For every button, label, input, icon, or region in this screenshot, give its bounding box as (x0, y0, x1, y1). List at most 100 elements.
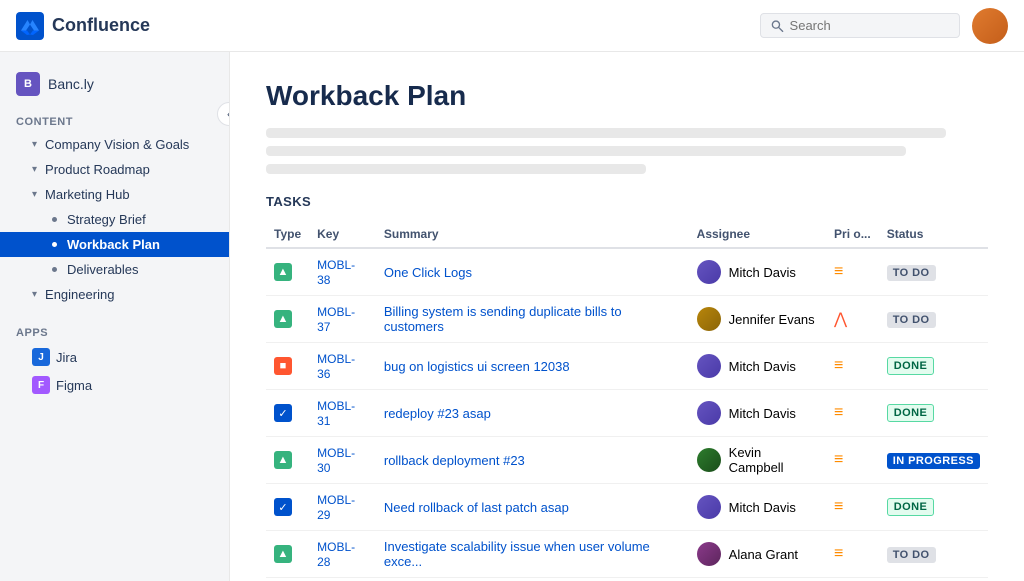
skeleton-line-3 (266, 164, 646, 174)
table-header: Type Key Summary Assignee Pri o... Statu… (266, 221, 988, 248)
search-bar[interactable] (760, 13, 960, 38)
assignee-avatar (697, 495, 721, 519)
assignee-cell: Kevin Campbell (697, 445, 818, 475)
logo[interactable]: Confluence (16, 12, 150, 40)
priority-medium-icon: ≡ (834, 263, 843, 280)
sidebar-item-label: Workback Plan (67, 237, 213, 252)
table-row[interactable]: ▲ MOBL-37 Billing system is sending dupl… (266, 296, 988, 343)
table-row[interactable]: ✓ MOBL-29 Need rollback of last patch as… (266, 484, 988, 531)
task-summary-link[interactable]: One Click Logs (384, 265, 472, 280)
col-status: Status (879, 221, 988, 248)
topnav-right (760, 8, 1008, 44)
sidebar-item-engineering[interactable]: ▾ Engineering (0, 282, 229, 307)
table-row[interactable]: ■ MOBL-36 bug on logistics ui screen 120… (266, 343, 988, 390)
status-badge: DONE (887, 498, 935, 516)
task-summary-link[interactable]: redeploy #23 asap (384, 406, 491, 421)
tasks-table: Type Key Summary Assignee Pri o... Statu… (266, 221, 988, 578)
sidebar-item-label: Product Roadmap (45, 162, 213, 177)
assignee-cell: Jennifer Evans (697, 307, 818, 331)
status-badge: DONE (887, 357, 935, 375)
type-icon: ▲ (274, 451, 292, 469)
layout: ‹ B Banc.ly CONTENT ▾ Company Vision & G… (0, 52, 1024, 581)
content-section-label: CONTENT (0, 104, 229, 132)
figma-icon: F (32, 376, 50, 394)
tasks-section: TASKS Type Key Summary Assignee Pri o...… (266, 194, 988, 578)
task-summary-link[interactable]: rollback deployment #23 (384, 453, 525, 468)
bullet-icon (52, 242, 57, 247)
priority-high-icon: ⋀ (834, 311, 847, 328)
col-type: Type (266, 221, 309, 248)
chevron-icon: ▾ (32, 164, 37, 175)
task-key-link[interactable]: MOBL-29 (317, 493, 355, 522)
logo-text: Confluence (52, 15, 150, 36)
search-input[interactable] (790, 18, 949, 33)
assignee-name: Kevin Campbell (729, 445, 818, 475)
priority-medium-icon: ≡ (834, 498, 843, 515)
assignee-name: Mitch Davis (729, 500, 796, 515)
col-assignee: Assignee (689, 221, 826, 248)
assignee-avatar (697, 260, 721, 284)
priority-medium-icon: ≡ (834, 545, 843, 562)
assignee-cell: Mitch Davis (697, 401, 818, 425)
task-key-link[interactable]: MOBL-37 (317, 305, 355, 334)
bullet-icon (52, 267, 57, 272)
assignee-name: Jennifer Evans (729, 312, 815, 327)
priority-medium-icon: ≡ (834, 451, 843, 468)
task-summary-link[interactable]: Investigate scalability issue when user … (384, 539, 650, 569)
task-summary-link[interactable]: bug on logistics ui screen 12038 (384, 359, 570, 374)
sidebar-item-label: Company Vision & Goals (45, 137, 213, 152)
sidebar-item-figma[interactable]: F Figma (0, 371, 229, 399)
priority-medium-icon: ≡ (834, 404, 843, 421)
page-title: Workback Plan (266, 80, 988, 112)
status-badge: IN PROGRESS (887, 453, 980, 469)
sidebar-item-product-roadmap[interactable]: ▾ Product Roadmap (0, 157, 229, 182)
skeleton-content (266, 128, 988, 174)
status-badge: TO DO (887, 312, 936, 328)
type-icon: ▲ (274, 310, 292, 328)
sidebar-item-deliverables[interactable]: Deliverables (0, 257, 229, 282)
user-avatar[interactable] (972, 8, 1008, 44)
table-row[interactable]: ▲ MOBL-30 rollback deployment #23 Kevin … (266, 437, 988, 484)
task-key-link[interactable]: MOBL-30 (317, 446, 355, 475)
task-key-link[interactable]: MOBL-38 (317, 258, 355, 287)
sidebar-item-marketing-hub[interactable]: ▾ Marketing Hub (0, 182, 229, 207)
jira-icon: J (32, 348, 50, 366)
type-icon: ▲ (274, 263, 292, 281)
status-badge: TO DO (887, 265, 936, 281)
type-icon: ■ (274, 357, 292, 375)
confluence-logo-icon (16, 12, 44, 40)
table-body: ▲ MOBL-38 One Click Logs Mitch Davis ≡ T… (266, 248, 988, 578)
type-icon: ✓ (274, 404, 292, 422)
assignee-cell: Mitch Davis (697, 495, 818, 519)
task-summary-link[interactable]: Billing system is sending duplicate bill… (384, 304, 622, 334)
table-row[interactable]: ✓ MOBL-31 redeploy #23 asap Mitch Davis … (266, 390, 988, 437)
assignee-cell: Mitch Davis (697, 354, 818, 378)
task-key-link[interactable]: MOBL-31 (317, 399, 355, 428)
table-row[interactable]: ▲ MOBL-38 One Click Logs Mitch Davis ≡ T… (266, 248, 988, 296)
assignee-avatar (697, 354, 721, 378)
task-summary-link[interactable]: Need rollback of last patch asap (384, 500, 569, 515)
table-row[interactable]: ▲ MOBL-28 Investigate scalability issue … (266, 531, 988, 578)
sidebar-item-strategy-brief[interactable]: Strategy Brief (0, 207, 229, 232)
assignee-name: Mitch Davis (729, 265, 796, 280)
sidebar-item-label: Marketing Hub (45, 187, 213, 202)
sidebar-item-workback-plan[interactable]: Workback Plan (0, 232, 229, 257)
assignee-avatar (697, 448, 721, 472)
space-name: Banc.ly (48, 76, 94, 92)
assignee-avatar (697, 307, 721, 331)
task-key-link[interactable]: MOBL-36 (317, 352, 355, 381)
col-summary: Summary (376, 221, 689, 248)
priority-medium-icon: ≡ (834, 357, 843, 374)
chevron-icon: ▾ (32, 289, 37, 300)
sidebar-item-company-vision[interactable]: ▾ Company Vision & Goals (0, 132, 229, 157)
sidebar-item-label: Figma (56, 378, 213, 393)
space-header[interactable]: B Banc.ly (0, 64, 229, 104)
task-key-link[interactable]: MOBL-28 (317, 540, 355, 569)
col-priority: Pri o... (826, 221, 879, 248)
assignee-avatar (697, 542, 721, 566)
type-icon: ▲ (274, 545, 292, 563)
bullet-icon (52, 217, 57, 222)
sidebar-item-jira[interactable]: J Jira (0, 343, 229, 371)
search-icon (771, 19, 784, 33)
assignee-name: Mitch Davis (729, 406, 796, 421)
